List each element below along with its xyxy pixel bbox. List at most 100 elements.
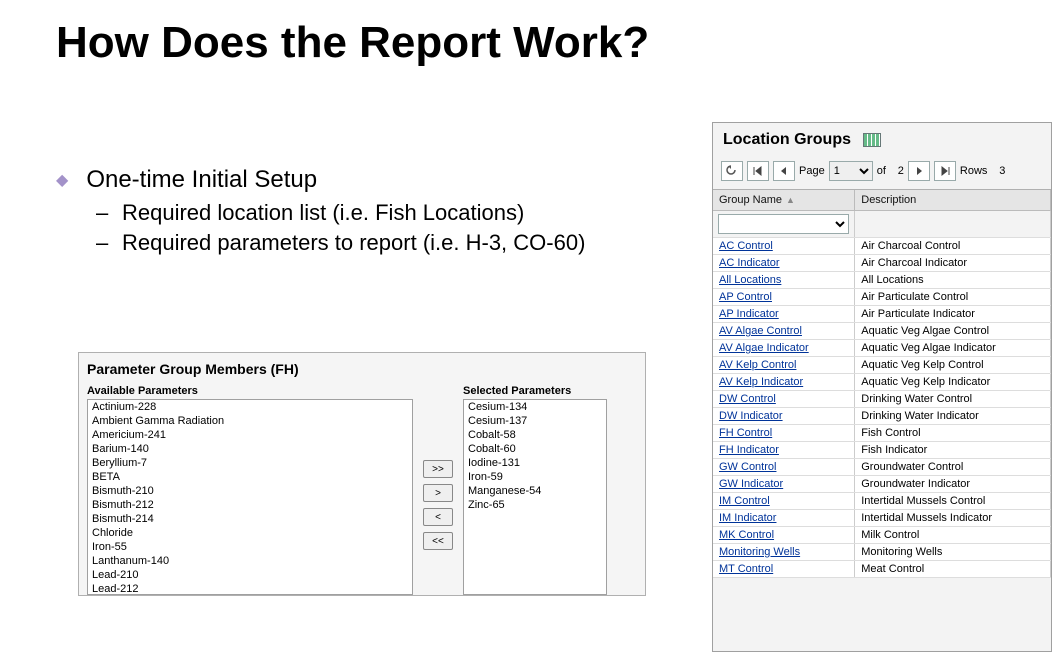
list-item[interactable]: Chloride [88, 526, 412, 540]
list-item[interactable]: Cobalt-58 [464, 428, 606, 442]
table-row: Monitoring Wells Monitoring Wells [713, 544, 1051, 561]
list-item[interactable]: Iron-55 [88, 540, 412, 554]
prev-page-button[interactable] [773, 161, 795, 181]
location-groups-title: Location Groups [723, 131, 851, 149]
slide-title: How Does the Report Work? [56, 18, 1052, 68]
group-name-link[interactable]: AC Control [719, 240, 773, 252]
table-row: AV Kelp IndicatorAquatic Veg Kelp Indica… [713, 374, 1051, 391]
table-row: DW Indicator Drinking Water Indicator [713, 408, 1051, 425]
group-name-link[interactable]: AP Indicator [719, 308, 779, 320]
list-item[interactable]: Manganese-54 [464, 484, 606, 498]
list-item[interactable]: Lead-210 [88, 568, 412, 582]
table-row: FH ControlFish Control [713, 425, 1051, 442]
selected-params-list[interactable]: Cesium-134Cesium-137Cobalt-58Cobalt-60Io… [463, 399, 607, 595]
group-name-link[interactable]: AV Kelp Indicator [719, 376, 803, 388]
group-name-link[interactable]: AP Control [719, 291, 772, 303]
group-name-link[interactable]: All Locations [719, 274, 781, 286]
group-name-link[interactable]: Monitoring Wells [719, 546, 800, 558]
list-item[interactable]: Barium-140 [88, 442, 412, 456]
group-name-link[interactable]: AC Indicator [719, 257, 780, 269]
list-item[interactable]: Lead-212 [88, 582, 412, 595]
table-row: MT Control Meat Control [713, 561, 1051, 578]
list-item[interactable]: Actinium-228 [88, 400, 412, 414]
description-cell: Drinking Water Indicator [855, 408, 1051, 425]
group-name-link[interactable]: IM Control [719, 495, 770, 507]
parameter-group-panel: Parameter Group Members (FH) Available P… [78, 352, 646, 596]
list-item[interactable]: Bismuth-214 [88, 512, 412, 526]
list-item[interactable]: Ambient Gamma Radiation [88, 414, 412, 428]
bullet-area: ◆ One-time Initial Setup Required locati… [56, 166, 696, 260]
group-name-link[interactable]: FH Control [719, 427, 772, 439]
table-row: IM Control Intertidal Mussels Control [713, 493, 1051, 510]
table-row: AP IndicatorAir Particulate Indicator [713, 306, 1051, 323]
list-item[interactable]: BETA [88, 470, 412, 484]
available-params-label: Available Parameters [87, 385, 413, 397]
table-row: AV Kelp ControlAquatic Veg Kelp Control [713, 357, 1051, 374]
list-item[interactable]: Cobalt-60 [464, 442, 606, 456]
list-item[interactable]: Bismuth-212 [88, 498, 412, 512]
rows-value: 3 [991, 165, 1005, 177]
list-item[interactable]: Cesium-137 [464, 414, 606, 428]
available-params-list[interactable]: Actinium-228Ambient Gamma RadiationAmeri… [87, 399, 413, 595]
list-item[interactable]: Iodine-131 [464, 456, 606, 470]
group-name-link[interactable]: IM Indicator [719, 512, 776, 524]
group-name-link[interactable]: FH Indicator [719, 444, 779, 456]
group-name-link[interactable]: MT Control [719, 563, 773, 575]
group-name-link[interactable]: GW Indicator [719, 478, 783, 490]
add-button[interactable]: > [423, 484, 453, 502]
group-name-link[interactable]: DW Control [719, 393, 776, 405]
page-select[interactable]: 1 [829, 161, 873, 181]
of-label: of [877, 165, 886, 177]
description-cell: Meat Control [855, 561, 1051, 578]
group-name-link[interactable]: AV Kelp Control [719, 359, 796, 371]
column-header-label: Group Name [719, 194, 782, 206]
list-item[interactable]: Cesium-134 [464, 400, 606, 414]
remove-all-button[interactable]: << [423, 532, 453, 550]
table-row: GW IndicatorGroundwater Indicator [713, 476, 1051, 493]
group-name-link[interactable]: DW Indicator [719, 410, 783, 422]
group-name-filter[interactable] [718, 214, 849, 234]
table-icon [863, 133, 881, 147]
list-item[interactable]: Bismuth-210 [88, 484, 412, 498]
group-name-link[interactable]: AV Algae Control [719, 325, 802, 337]
rows-label: Rows [960, 165, 988, 177]
group-name-link[interactable]: GW Control [719, 461, 776, 473]
next-page-button[interactable] [908, 161, 930, 181]
bullet-main: ◆ One-time Initial Setup [56, 166, 696, 194]
description-cell: Fish Indicator [855, 442, 1051, 459]
column-header-description[interactable]: Description [855, 190, 1051, 211]
column-header-group-name[interactable]: Group Name ▲ [713, 190, 855, 211]
list-item[interactable]: Americium-241 [88, 428, 412, 442]
bullet-main-text: One-time Initial Setup [86, 166, 317, 194]
description-cell: Intertidal Mussels Control [855, 493, 1051, 510]
description-cell: Aquatic Veg Algae Indicator [855, 340, 1051, 357]
description-cell: Aquatic Veg Algae Control [855, 323, 1051, 340]
first-page-button[interactable] [747, 161, 769, 181]
group-name-link[interactable]: AV Algae Indicator [719, 342, 809, 354]
description-cell: Milk Control [855, 527, 1051, 544]
description-cell: Drinking Water Control [855, 391, 1051, 408]
location-groups-table: Group Name▲ Description AC ControlAir Ch… [713, 190, 1051, 578]
location-groups-panel: Location Groups Page 1 of 2 Rows 3 [712, 122, 1052, 652]
table-row: AV Algae Control Aquatic Veg Algae Contro… [713, 323, 1051, 340]
description-cell: Monitoring Wells [855, 544, 1051, 561]
list-item[interactable]: Zinc-65 [464, 498, 606, 512]
sort-asc-icon: ▲ [786, 195, 795, 205]
list-item[interactable]: Iron-59 [464, 470, 606, 484]
table-row: IM IndicatorIntertidal Mussels Indicator [713, 510, 1051, 527]
list-item[interactable]: Lanthanum-140 [88, 554, 412, 568]
description-cell: Air Charcoal Indicator [855, 255, 1051, 272]
page-label: Page [799, 165, 825, 177]
list-item[interactable]: Beryllium-7 [88, 456, 412, 470]
table-row: GW ControlGroundwater Control [713, 459, 1051, 476]
add-all-button[interactable]: >> [423, 460, 453, 478]
total-pages: 2 [890, 165, 904, 177]
selected-params-label: Selected Parameters [463, 385, 607, 397]
group-name-link[interactable]: MK Control [719, 529, 774, 541]
last-page-button[interactable] [934, 161, 956, 181]
table-row: AV Algae Indicator Aquatic Veg Algae Indi… [713, 340, 1051, 357]
table-row: AC ControlAir Charcoal Control [713, 238, 1051, 255]
refresh-button[interactable] [721, 161, 743, 181]
remove-button[interactable]: < [423, 508, 453, 526]
parameter-panel-title: Parameter Group Members (FH) [87, 361, 637, 377]
